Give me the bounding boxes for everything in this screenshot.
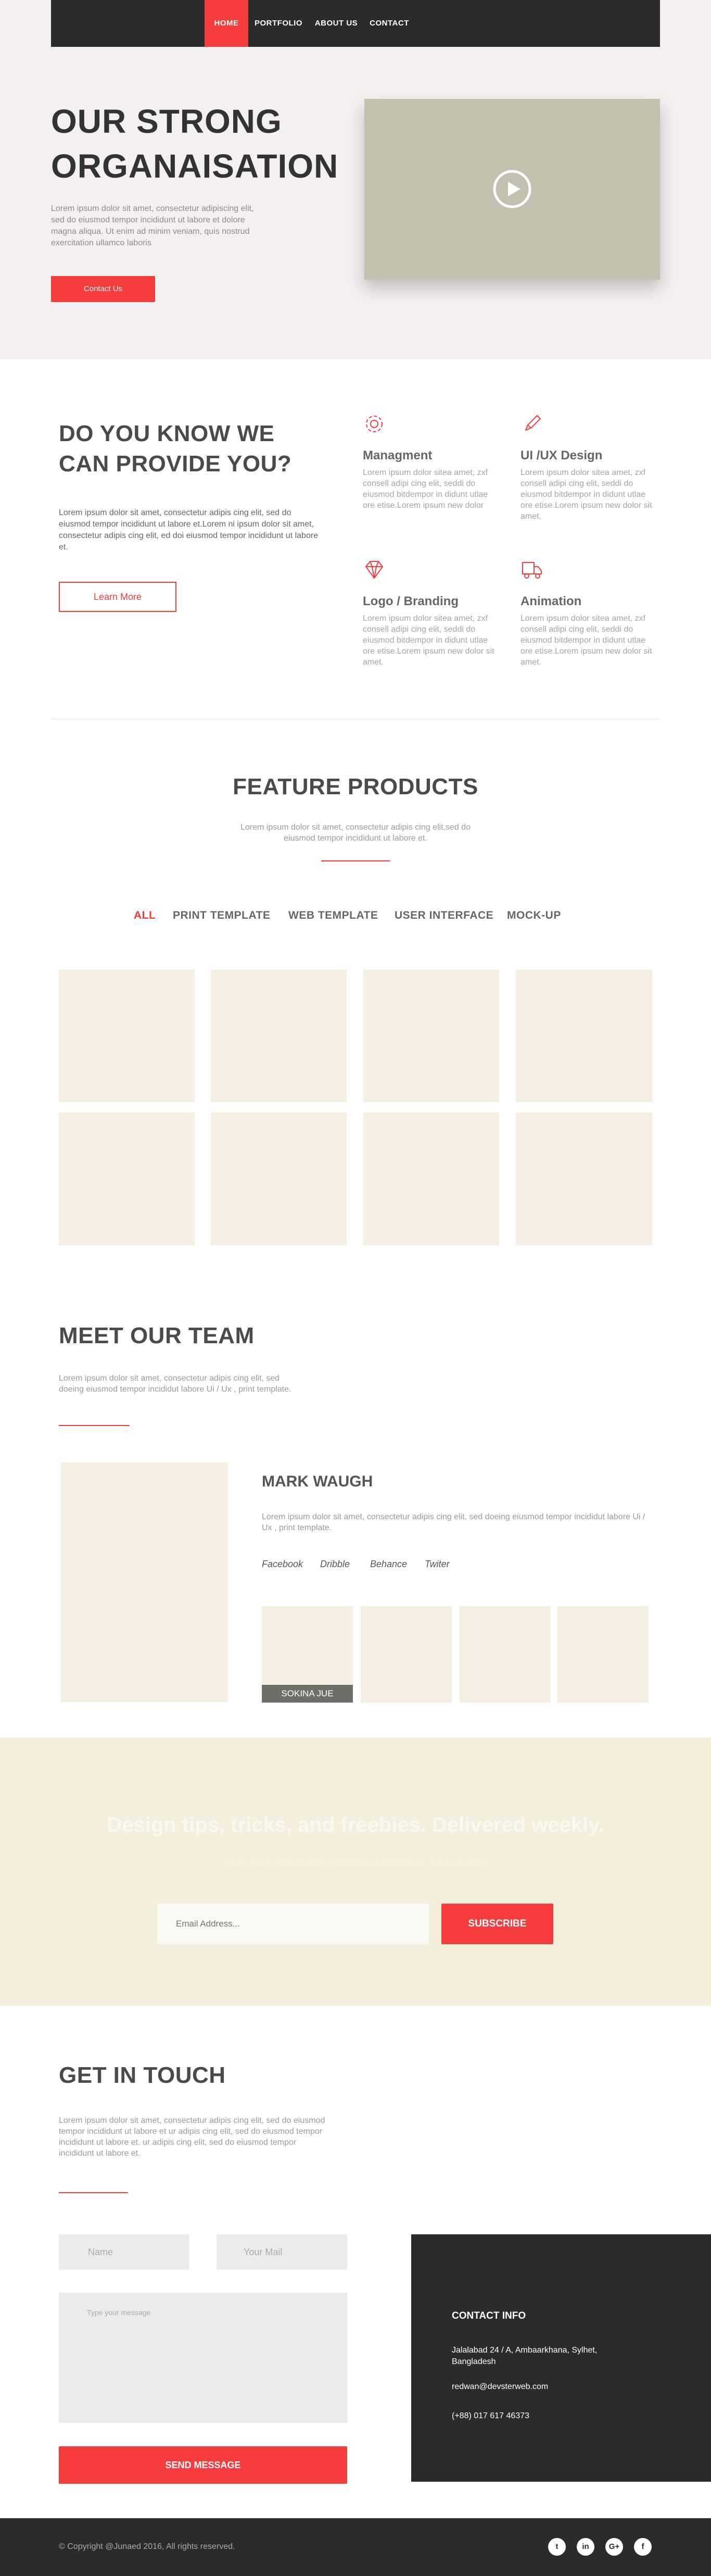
contact-text: Lorem ipsum dolor sit amet, consectetur … bbox=[59, 2116, 325, 2158]
products-subtitle: Lorem ipsum dolor sit amet, consectetur … bbox=[240, 823, 471, 843]
nav-portfolio[interactable]: PORTFOLIO bbox=[250, 0, 307, 47]
contact-title: GET IN TOUCH bbox=[59, 2062, 226, 2088]
service-title: UI /UX Design bbox=[520, 448, 603, 462]
send-message-button[interactable]: SEND MESSAGE bbox=[59, 2446, 347, 2484]
top-nav: HOME PORTFOLIO ABOUT US CONTACT bbox=[51, 0, 660, 47]
team-thumb[interactable]: SOKINA JUE bbox=[262, 1606, 353, 1703]
contact-address: Jalalabad 24 / A, Ambaarkhana, Sylhet, B… bbox=[452, 2346, 598, 2366]
nav-about-us[interactable]: ABOUT US bbox=[311, 0, 362, 47]
name-input[interactable]: Name bbox=[59, 2234, 189, 2270]
service-text: Lorem ipsum dolor sitea amet, zxf consel… bbox=[520, 468, 652, 521]
team-member-photo bbox=[61, 1462, 228, 1702]
team-thumb[interactable] bbox=[361, 1606, 452, 1703]
service-title: Logo / Branding bbox=[363, 594, 459, 608]
product-tile[interactable] bbox=[363, 970, 499, 1102]
footer: © Copyright @Junaed 2016, All rights res… bbox=[0, 2518, 711, 2576]
service-text: Lorem ipsum dolor sitea amet, zxf consel… bbox=[363, 614, 494, 667]
email-input[interactable] bbox=[157, 1904, 429, 1944]
learn-more-button[interactable]: Learn More bbox=[59, 582, 176, 612]
video-thumbnail[interactable] bbox=[364, 99, 660, 280]
contact-info-title: CONTACT INFO bbox=[452, 2310, 526, 2321]
provide-text: Lorem ipsum dolor sit amet, consectetur … bbox=[59, 508, 319, 552]
facebook-icon[interactable]: f bbox=[634, 2538, 652, 2556]
team-member-text: Lorem ipsum dolor sit amet, consectetur … bbox=[262, 1512, 645, 1532]
service-logo-branding: Logo / Branding Lorem ipsum dolor sitea … bbox=[363, 558, 498, 668]
provide-title: DO YOU KNOW WE CAN PROVIDE YOU? bbox=[59, 419, 350, 479]
subscribe-button[interactable]: SUBSCRIBE bbox=[441, 1904, 553, 1944]
contact-email[interactable]: redwan@devsterweb.com bbox=[452, 2382, 548, 2392]
service-title: Managment bbox=[363, 448, 433, 462]
message-textarea[interactable]: Type your message bbox=[59, 2293, 347, 2423]
truck-icon bbox=[522, 562, 542, 579]
hero-title: OUR STRONG ORGANAISATION bbox=[51, 99, 384, 189]
filter-all[interactable]: ALL bbox=[134, 909, 156, 922]
newsletter-subtitle: Lorem ipsum dolor sit amet, consectetur … bbox=[224, 1859, 487, 1868]
contact-divider bbox=[59, 2192, 128, 2193]
newsletter-title: Design tips, tricks, and freebies. Deliv… bbox=[107, 1814, 604, 1836]
behance-link[interactable]: Behance bbox=[370, 1559, 407, 1570]
contact-info-box: CONTACT INFO Jalalabad 24 / A, Ambaarkha… bbox=[411, 2234, 711, 2482]
team-title: MEET OUR TEAM bbox=[59, 1323, 255, 1348]
contact-us-button[interactable]: Contact Us bbox=[51, 276, 155, 302]
products-divider bbox=[321, 860, 390, 861]
contact-phone: (+88) 017 617 46373 bbox=[452, 2411, 530, 2420]
google-plus-icon[interactable]: G+ bbox=[605, 2538, 623, 2556]
service-text: Lorem ipsum dolor sitea amet, zxf consel… bbox=[363, 468, 488, 510]
service-title: Animation bbox=[520, 594, 582, 608]
team-divider bbox=[59, 1425, 130, 1426]
hero-text: Lorem ipsum dolor sit amet, consectetur … bbox=[51, 204, 254, 247]
gear-icon bbox=[366, 416, 383, 432]
product-tile[interactable] bbox=[211, 970, 347, 1102]
service-animation: Animation Lorem ipsum dolor sitea amet, … bbox=[520, 558, 656, 668]
linkedin-icon[interactable]: in bbox=[577, 2538, 594, 2556]
products-title: FEATURE PRODUCTS bbox=[233, 774, 478, 799]
filter-print-template[interactable]: PRINT TEMPLATE bbox=[173, 909, 270, 922]
team-thumb[interactable] bbox=[557, 1606, 649, 1703]
service-text: Lorem ipsum dolor sitea amet, zxf consel… bbox=[520, 614, 652, 667]
team-text: Lorem ipsum dolor sit amet, consectetur … bbox=[59, 1374, 291, 1394]
copyright-text: © Copyright @Junaed 2016, All rights res… bbox=[59, 2542, 235, 2551]
team-thumb[interactable] bbox=[460, 1606, 551, 1703]
nav-contact[interactable]: CONTACT bbox=[366, 0, 413, 47]
team-thumb-caption: SOKINA JUE bbox=[262, 1685, 353, 1703]
service-managment: Managment Lorem ipsum dolor sitea amet, … bbox=[363, 412, 498, 511]
provide-title-line1: DO YOU KNOW WE bbox=[59, 421, 275, 446]
hero-title-line1: OUR STRONG bbox=[51, 103, 282, 140]
pencil-icon bbox=[525, 415, 541, 431]
product-tile[interactable] bbox=[59, 1112, 195, 1245]
product-tile[interactable] bbox=[59, 970, 195, 1102]
twitter-icon[interactable]: t bbox=[548, 2538, 566, 2556]
twiter-link[interactable]: Twiter bbox=[425, 1559, 450, 1570]
newsletter-section bbox=[0, 1737, 711, 2006]
product-tile[interactable] bbox=[363, 1112, 499, 1245]
filter-web-template[interactable]: WEB TEMPLATE bbox=[288, 909, 378, 922]
diamond-icon bbox=[365, 561, 383, 579]
product-tile[interactable] bbox=[516, 970, 652, 1102]
filter-user-interface[interactable]: USER INTERFACE bbox=[395, 909, 493, 922]
product-tile[interactable] bbox=[211, 1112, 347, 1245]
facebook-link[interactable]: Facebook bbox=[262, 1559, 303, 1570]
hero-title-line2: ORGANAISATION bbox=[51, 147, 339, 185]
dribble-link[interactable]: Dribble bbox=[320, 1559, 350, 1570]
play-icon[interactable] bbox=[492, 169, 532, 209]
team-member-name: MARK WAUGH bbox=[262, 1473, 373, 1490]
filter-mock-up[interactable]: MOCK-UP bbox=[507, 909, 561, 922]
provide-title-line2: CAN PROVIDE YOU? bbox=[59, 451, 292, 477]
nav-home[interactable]: HOME bbox=[205, 0, 248, 47]
product-tile[interactable] bbox=[516, 1112, 652, 1245]
mail-input[interactable]: Your Mail bbox=[217, 2234, 347, 2270]
service-ui-ux: UI /UX Design Lorem ipsum dolor sitea am… bbox=[520, 412, 656, 522]
